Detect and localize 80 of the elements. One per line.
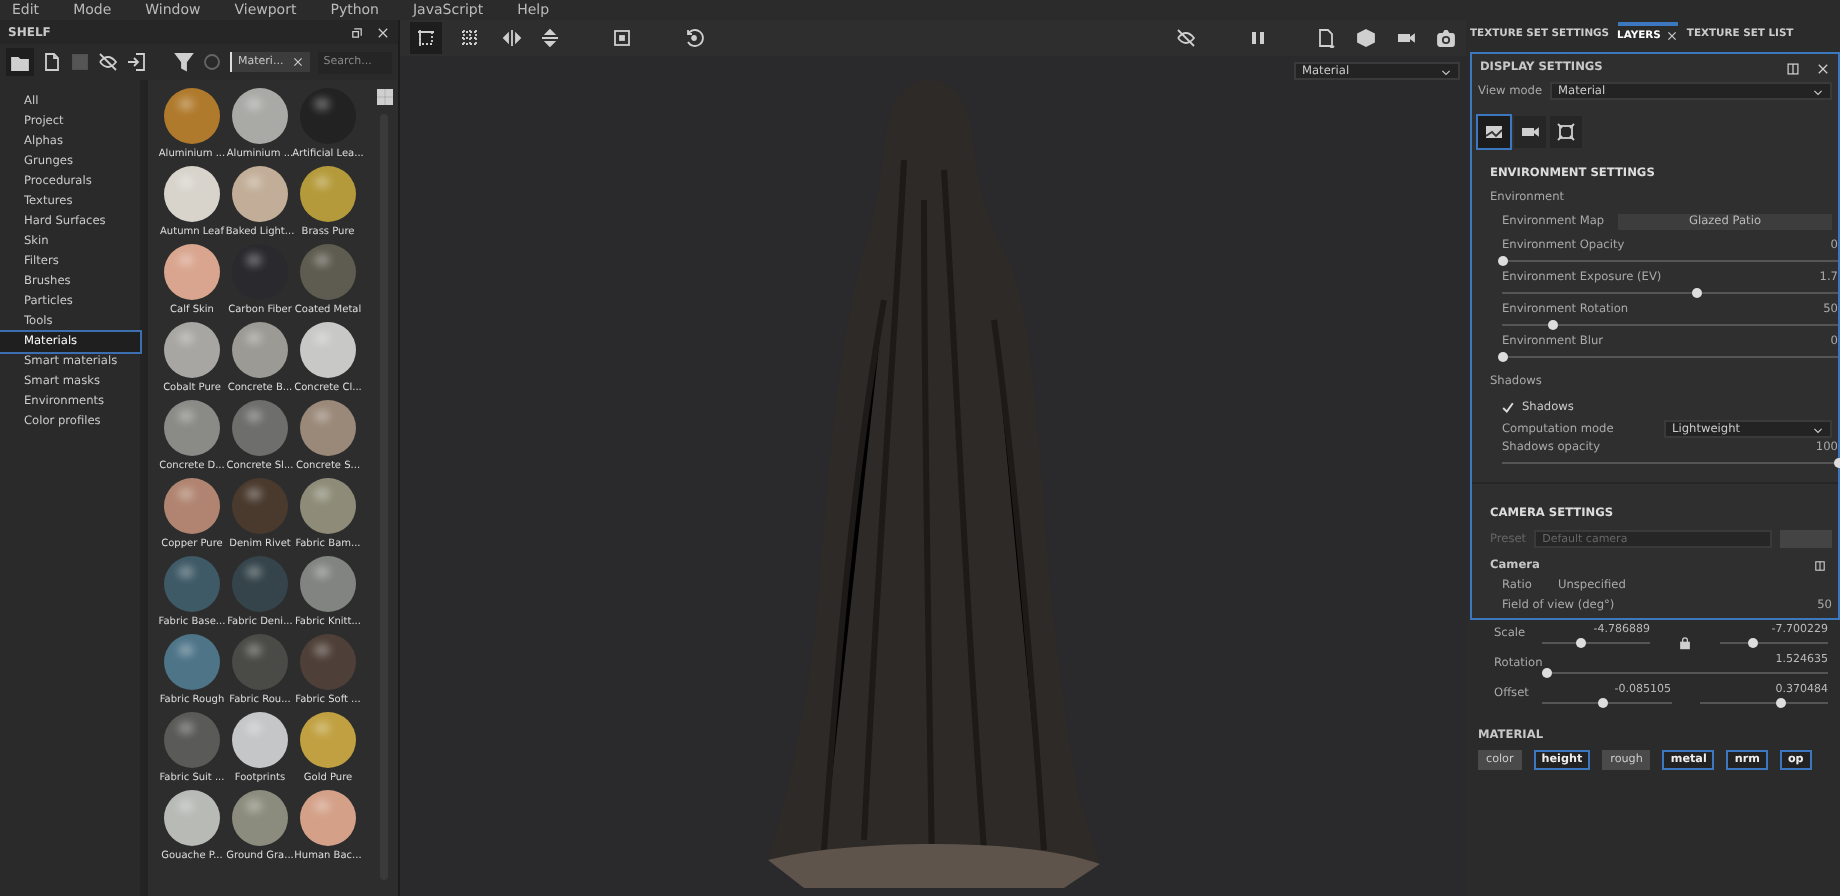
material-thumbnail[interactable] — [300, 400, 356, 456]
folder-icon[interactable] — [10, 52, 30, 72]
material-thumbnail[interactable] — [164, 478, 220, 534]
material-thumbnail[interactable] — [164, 790, 220, 846]
cube-icon[interactable] — [1356, 28, 1378, 48]
material-thumbnail[interactable] — [164, 400, 220, 456]
selection-icon[interactable] — [416, 28, 436, 48]
material-thumbnail[interactable] — [232, 712, 288, 768]
slider-thumb[interactable] — [1497, 256, 1507, 266]
restore-icon[interactable] — [350, 25, 364, 39]
caret-icon[interactable] — [1440, 65, 1452, 77]
caret-icon[interactable] — [1812, 85, 1824, 97]
close-icon[interactable] — [1816, 61, 1830, 75]
eye-slash-icon[interactable] — [1176, 28, 1196, 48]
material-thumbnail[interactable] — [300, 166, 356, 222]
circle-icon[interactable] — [202, 52, 222, 72]
material-thumbnail[interactable] — [300, 634, 356, 690]
material-thumbnail[interactable] — [300, 322, 356, 378]
material-thumbnail[interactable] — [232, 634, 288, 690]
settings-tab[interactable] — [1478, 116, 1510, 148]
settings-tab[interactable] — [1550, 116, 1582, 148]
dock-icon[interactable] — [1786, 61, 1800, 75]
caret-icon[interactable] — [1812, 423, 1824, 435]
material-thumbnail[interactable] — [300, 88, 356, 144]
symmetry-y-icon[interactable] — [540, 28, 560, 48]
material-thumbnail[interactable] — [232, 400, 288, 456]
slider-track[interactable] — [1502, 318, 1838, 332]
slider-track[interactable] — [1502, 350, 1838, 364]
material-thumbnail[interactable] — [300, 244, 356, 300]
material-thumbnail[interactable] — [164, 166, 220, 222]
material-thumbnail[interactable] — [232, 790, 288, 846]
material-thumbnail[interactable] — [164, 712, 220, 768]
new-file-icon[interactable] — [42, 52, 62, 72]
grid-view-icon[interactable] — [375, 88, 394, 106]
video-camera-icon[interactable] — [1396, 28, 1418, 48]
slider-track[interactable] — [1502, 456, 1838, 470]
eye-slash-icon[interactable] — [98, 52, 118, 72]
checkmark-icon — [1502, 402, 1514, 414]
slider-track[interactable] — [1502, 254, 1838, 268]
slider-track[interactable] — [1502, 286, 1838, 300]
slider-thumb[interactable] — [1542, 668, 1553, 678]
material-thumbnail[interactable] — [232, 478, 288, 534]
lock-icon[interactable] — [1678, 636, 1692, 650]
dock-icon[interactable] — [1814, 560, 1826, 572]
material-thumbnail[interactable] — [164, 634, 220, 690]
material-thumbnail[interactable] — [300, 478, 356, 534]
reset-icon[interactable] — [684, 28, 704, 48]
camera-icon[interactable] — [1436, 28, 1456, 48]
image-icon — [1484, 122, 1504, 142]
slider-thumb[interactable] — [1748, 638, 1759, 648]
page-icon[interactable] — [1316, 28, 1338, 48]
slider-thumb[interactable] — [1547, 320, 1558, 330]
slider-thumb[interactable] — [1597, 698, 1608, 708]
close-icon[interactable] — [291, 56, 304, 68]
pause-icon[interactable] — [1248, 28, 1268, 48]
material-thumbnail[interactable] — [232, 556, 288, 612]
material-thumbnail[interactable] — [300, 712, 356, 768]
video-camera-icon — [1520, 122, 1540, 142]
frame-icon — [1556, 122, 1576, 142]
material-thumbnail[interactable] — [164, 556, 220, 612]
slider-thumb[interactable] — [1497, 352, 1507, 362]
material-thumbnail[interactable] — [232, 166, 288, 222]
settings-tab[interactable] — [1514, 116, 1546, 148]
slider-thumb[interactable] — [1691, 288, 1702, 298]
material-thumbnail[interactable] — [164, 322, 220, 378]
material-thumbnail[interactable] — [232, 322, 288, 378]
material-thumbnail[interactable] — [164, 88, 220, 144]
close-icon[interactable] — [1666, 30, 1679, 42]
slider-thumb[interactable] — [1833, 458, 1840, 468]
import-icon[interactable] — [126, 52, 146, 72]
slider-track[interactable] — [1542, 666, 1828, 680]
close-icon[interactable] — [376, 25, 390, 39]
material-thumbnail[interactable] — [300, 556, 356, 612]
material-thumbnail[interactable] — [300, 790, 356, 846]
material-thumbnail[interactable] — [232, 88, 288, 144]
material-thumbnail[interactable] — [164, 244, 220, 300]
symmetry-x-icon[interactable] — [502, 28, 522, 48]
filter-icon[interactable] — [174, 52, 194, 72]
slider-thumb[interactable] — [1775, 698, 1786, 708]
slider-thumb[interactable] — [1576, 638, 1587, 648]
